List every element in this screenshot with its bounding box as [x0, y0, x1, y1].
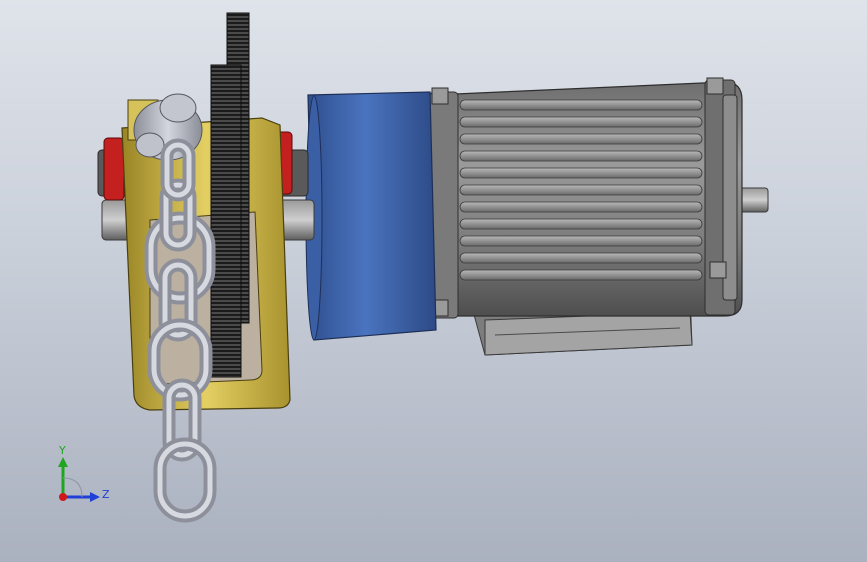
spur-gear[interactable]	[210, 12, 250, 378]
cooling-fins	[459, 99, 703, 281]
cooling-fin	[459, 201, 703, 213]
triad-origin	[59, 493, 67, 501]
y-axis-label: Y	[58, 444, 66, 457]
coordinate-triad: Y Z	[58, 444, 110, 502]
cooling-fin	[459, 150, 703, 162]
cooling-fin	[459, 167, 703, 179]
cooling-fin	[459, 184, 703, 196]
cad-viewport[interactable]: Y Z	[0, 0, 867, 562]
z-axis-arrow	[90, 492, 100, 502]
cooling-fin	[459, 133, 703, 145]
cooling-fin	[459, 218, 703, 230]
cooling-fin	[459, 99, 703, 111]
cooling-fin	[459, 116, 703, 128]
z-axis-label: Z	[102, 488, 110, 501]
gearbox-cover[interactable]	[305, 91, 437, 341]
y-axis-arrow	[58, 457, 68, 467]
cooling-fin	[459, 252, 703, 264]
motor-housing[interactable]	[423, 77, 743, 319]
cooling-fin	[459, 235, 703, 247]
cooling-fin	[459, 269, 703, 281]
